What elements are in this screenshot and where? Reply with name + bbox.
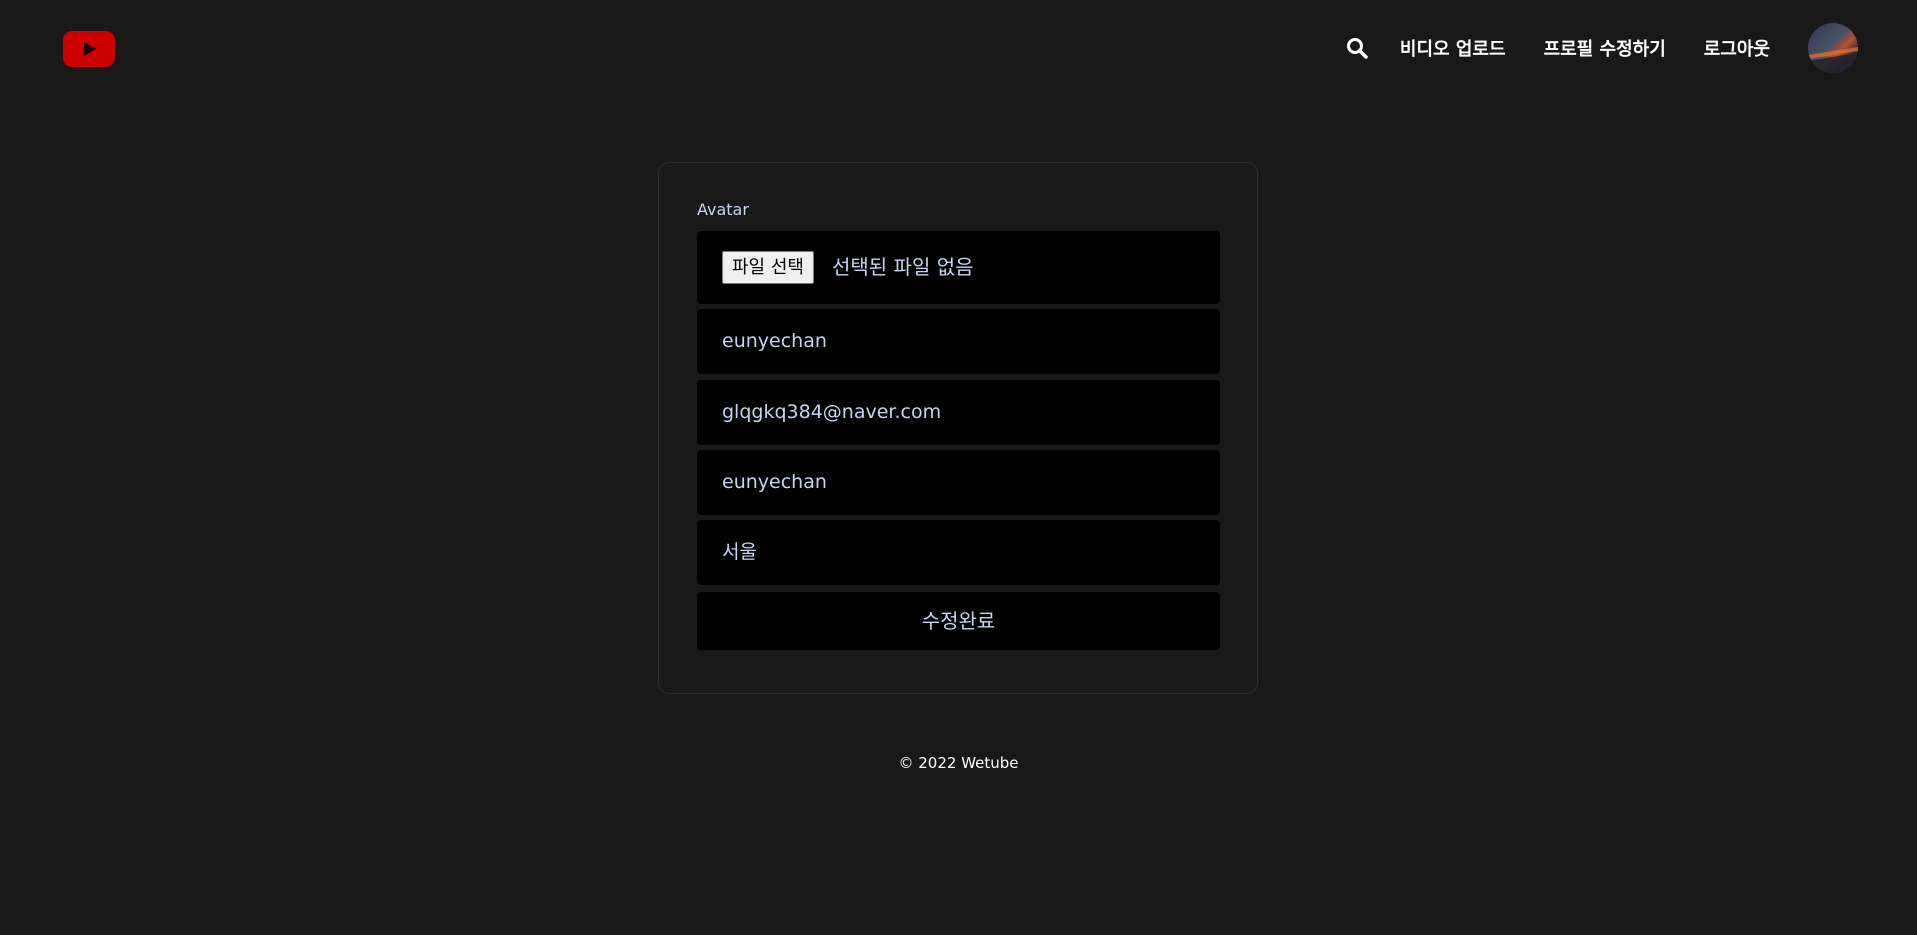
file-status-text: 선택된 파일 없음 [832, 255, 974, 279]
edit-profile-form: Avatar 파일 선택 선택된 파일 없음 eunyechan glqgkq3… [658, 162, 1258, 694]
email-field[interactable]: glqgkq384@naver.com [697, 380, 1220, 445]
header: 비디오 업로드 프로필 수정하기 로그아웃 [0, 0, 1917, 97]
name-field[interactable]: eunyechan [697, 309, 1220, 374]
nav-link-edit-profile[interactable]: 프로필 수정하기 [1544, 35, 1666, 61]
submit-button[interactable]: 수정완료 [697, 592, 1220, 650]
nav-link-logout[interactable]: 로그아웃 [1704, 35, 1770, 61]
avatar-file-input[interactable]: 파일 선택 선택된 파일 없음 [697, 231, 1220, 304]
username-field[interactable]: eunyechan [697, 450, 1220, 515]
main-nav: 비디오 업로드 프로필 수정하기 로그아웃 [1344, 22, 1858, 74]
location-field[interactable]: 서울 [697, 520, 1220, 585]
nav-link-upload-video[interactable]: 비디오 업로드 [1400, 35, 1506, 61]
user-avatar-image [1808, 23, 1858, 73]
choose-file-button[interactable]: 파일 선택 [722, 251, 814, 284]
search-icon [1346, 38, 1368, 59]
footer-copyright: © 2022 Wetube [898, 754, 1019, 772]
avatar[interactable] [1808, 23, 1858, 73]
youtube-play-icon [84, 42, 96, 56]
home-logo-link[interactable] [63, 31, 115, 67]
search-button[interactable] [1344, 35, 1370, 61]
avatar-label: Avatar [697, 200, 749, 219]
